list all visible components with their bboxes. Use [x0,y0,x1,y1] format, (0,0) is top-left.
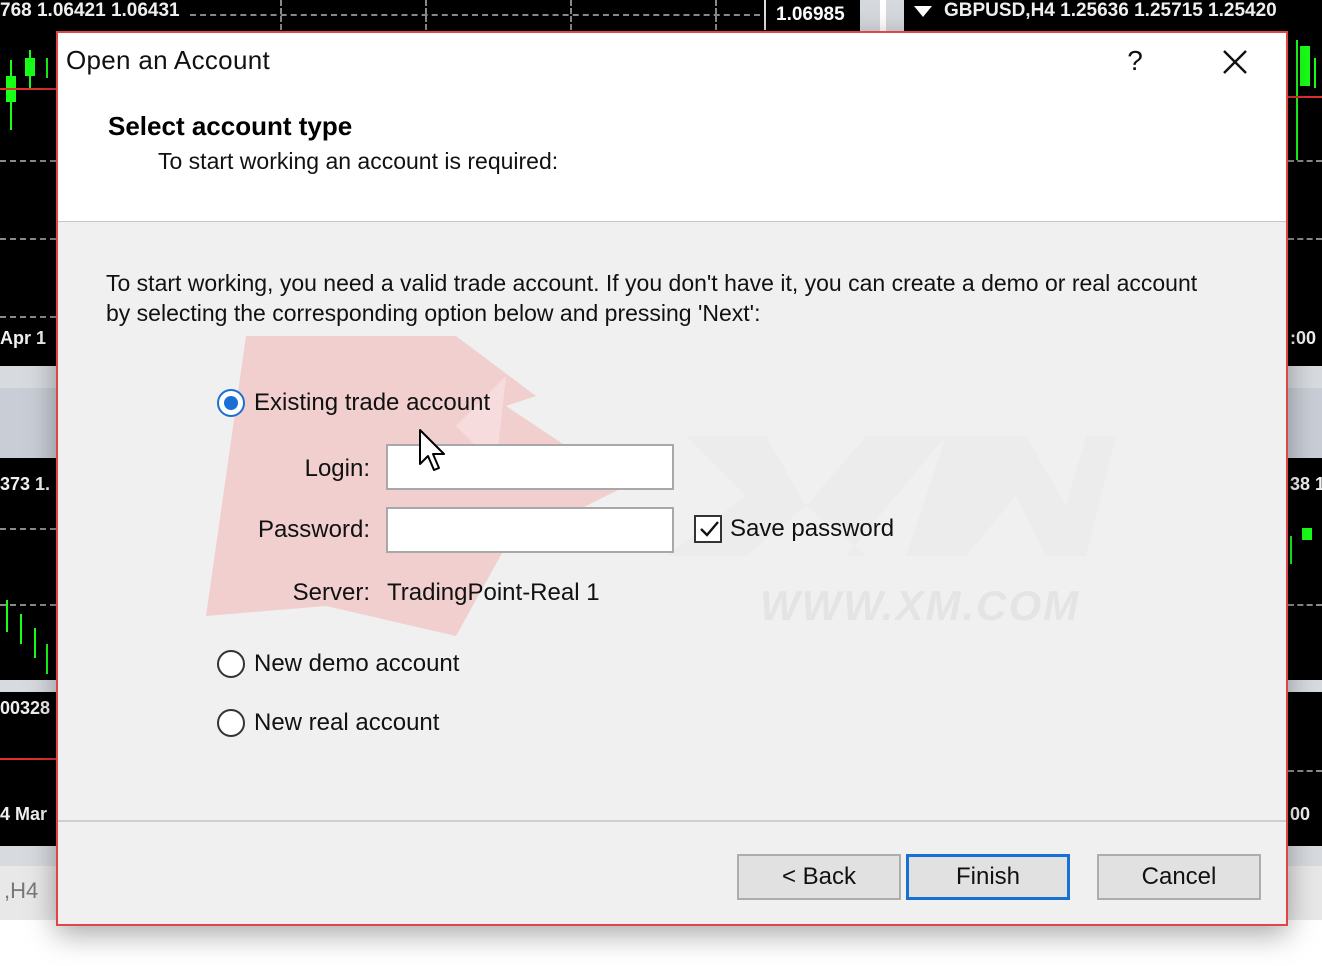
chart-tab-strip [1288,866,1322,920]
save-password-checkbox[interactable] [694,515,722,543]
candle [1302,528,1312,540]
existing-account-radio[interactable] [217,389,245,417]
grid-line [0,238,56,240]
existing-account-label[interactable]: Existing trade account [254,389,490,417]
dialog-title: Open an Account [66,45,270,75]
chart-tab[interactable]: ,H4 [0,866,60,920]
grid-line [570,0,572,30]
chart-date-left-low: 4 Mar [0,804,48,824]
candle [1300,46,1310,86]
server-value: TradingPoint-Real 1 [387,579,600,606]
password-input[interactable] [386,507,674,553]
candle-wick [1314,58,1316,88]
footer-divider [58,820,1286,822]
panel-divider [0,388,56,458]
real-account-radio[interactable] [217,709,245,737]
candle [25,58,35,76]
chart-tab-label: ,H4 [4,878,39,903]
chart-time-right: :00 [1290,328,1317,348]
panel-divider [1288,680,1322,692]
candle-wick [6,600,8,632]
intro-text: To start working, you need a valid trade… [106,270,1198,326]
chart-dropdown-icon[interactable] [914,6,932,17]
real-account-label[interactable]: New real account [254,709,439,737]
server-label: Server: [292,579,370,606]
status-bar [0,920,1322,966]
grid-line [1288,160,1322,162]
grid-line [190,14,760,16]
panel-divider [0,680,56,692]
grid-line [280,0,282,30]
back-button[interactable]: < Back [737,854,901,900]
grid-line [0,160,56,162]
chart-date-left: Apr 1 [0,328,47,348]
candle-wick [1290,536,1292,564]
grid-line [425,0,427,30]
demo-account-label[interactable]: New demo account [254,650,459,678]
password-label: Password: [257,516,370,543]
chart-time-right-low: 00 [1290,804,1311,824]
grid-line [0,528,56,530]
close-icon [1223,50,1247,74]
indicator-line [0,88,56,90]
candle-wick [1296,40,1298,160]
help-button[interactable]: ? [1114,39,1156,83]
indicator-line [1288,96,1322,98]
grid-line [1288,238,1322,240]
panel-divider [1288,388,1322,458]
candle-wick [20,614,22,644]
grid-line [1288,604,1322,606]
cancel-button[interactable]: Cancel [1097,854,1261,900]
chart-price-right: 38 1 [1290,474,1322,494]
login-label: Login: [304,455,370,482]
panel-divider [0,846,56,866]
mouse-pointer-icon [419,429,445,471]
close-button[interactable] [1208,37,1262,85]
chart-quote-left: 768 1.06421 1.06431 [0,0,180,21]
chart-price-left-low: 00328 [0,698,51,718]
grid-line [0,604,56,606]
price-tag: 1.06985 [764,0,856,30]
page-subheading: To start working an account is required: [158,148,559,174]
chart-quote-right: GBPUSD,H4 1.25636 1.25715 1.25420 [944,0,1277,21]
page-heading: Select account type [108,111,353,141]
grid-line [1288,770,1322,772]
chart-price-left: 373 1. [0,474,51,494]
grid-line [715,0,717,30]
dialog-header: Open an Account ? Select account type To… [58,33,1286,222]
checkmark-icon [700,521,719,537]
save-password-label[interactable]: Save password [730,515,894,543]
indicator-line [0,758,56,760]
panel-divider [1288,366,1322,388]
candle-wick [46,58,48,78]
candle-wick [34,628,36,658]
candle-wick [46,644,48,674]
panel-divider [1288,846,1322,866]
grid-line [0,316,56,318]
panel-divider [0,366,56,388]
finish-button[interactable]: Finish [906,854,1070,900]
splitter-grip [880,0,886,32]
demo-account-radio[interactable] [217,650,245,678]
